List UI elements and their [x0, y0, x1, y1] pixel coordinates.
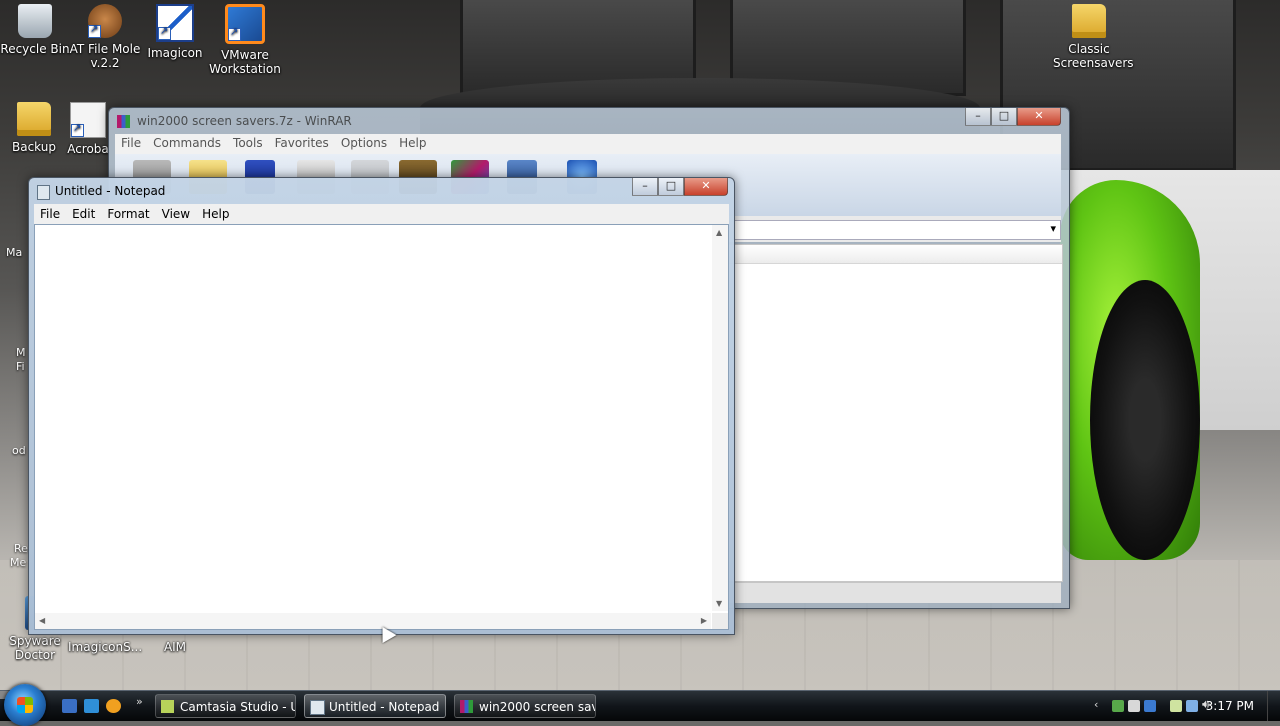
taskbar-item-notepad[interactable]: Untitled - Notepad	[304, 694, 446, 718]
winrar-menu-favorites[interactable]: Favorites	[269, 134, 335, 154]
taskbar-item-label: win2000 screen save...	[479, 700, 595, 714]
tray-app-icon[interactable]	[1112, 700, 1124, 712]
winrar-menu-commands[interactable]: Commands	[147, 134, 227, 154]
winrar-path-dropdown[interactable]	[733, 220, 1061, 240]
tray-expand-icon[interactable]: ‹	[1094, 698, 1106, 711]
folder-icon	[1072, 4, 1106, 38]
maximize-button[interactable]: □	[991, 108, 1017, 126]
mole-icon	[88, 4, 122, 38]
wallpaper-car-wheel	[1090, 280, 1200, 560]
tray-app-icon[interactable]	[1128, 700, 1140, 712]
desktop-icon-vmware[interactable]: VMware Workstation	[209, 4, 281, 76]
winrar-menubar: File Commands Tools Favorites Options He…	[115, 134, 1061, 154]
winrar-menu-file[interactable]: File	[115, 134, 147, 154]
desktop-icon-label: Classic Screensavers	[1053, 42, 1134, 70]
notepad-menu-file[interactable]: File	[34, 204, 66, 224]
notepad-edit-area: ▲ ▼ ◀ ▶	[34, 224, 729, 630]
notepad-window[interactable]: Untitled - Notepad – □ ✕ File Edit Forma…	[28, 177, 735, 635]
notepad-menu-help[interactable]: Help	[196, 204, 235, 224]
quicklaunch-chevron-icon[interactable]: »	[136, 695, 143, 708]
desktop-icon-label: AT File Mole v.2.2	[69, 42, 141, 70]
taskbar: » Camtasia Studio - U... Untitled - Note…	[0, 684, 1280, 726]
shortcut-arrow-icon	[228, 26, 241, 41]
winrar-menu-options[interactable]: Options	[335, 134, 393, 154]
desktop-icon-label: Spyware Doctor	[9, 634, 61, 662]
desktop-icon-label-fragment: Fi	[16, 360, 25, 373]
vmware-icon	[225, 4, 265, 44]
camtasia-icon	[161, 700, 174, 713]
desktop-icon-classic-screensavers[interactable]: Classic Screensavers	[1053, 4, 1134, 70]
tray-app-icon[interactable]	[1170, 700, 1182, 712]
desktop-icon-imagicons[interactable]: ImagiconS...	[68, 640, 143, 654]
system-tray: ‹ 🔊︎ 3:17 PM	[1080, 691, 1280, 721]
taskbar-item-label: Camtasia Studio - U...	[180, 700, 295, 714]
maximize-button[interactable]: □	[658, 178, 684, 196]
acrobat-icon	[70, 102, 106, 138]
winrar-caption-buttons: – □ ✕	[965, 108, 1061, 126]
notepad-menu-view[interactable]: View	[156, 204, 196, 224]
desktop-icon-label-fragment: Me	[10, 556, 27, 569]
desktop-icon-label-fragment: Ma	[6, 246, 23, 259]
minimize-button[interactable]: –	[965, 108, 991, 126]
show-desktop-button[interactable]	[1267, 691, 1280, 721]
winrar-icon	[460, 700, 473, 713]
scroll-right-icon[interactable]: ▶	[701, 616, 707, 625]
desktop-icon-label: ImagiconS...	[68, 640, 143, 654]
desktop-icon-label: AIM	[163, 640, 187, 654]
desktop-icon-recycle-bin[interactable]: Recycle Bin	[0, 4, 71, 56]
desktop-icon-at-file-mole[interactable]: AT File Mole v.2.2	[69, 4, 141, 70]
scroll-up-icon[interactable]: ▲	[716, 228, 722, 237]
horizontal-scrollbar[interactable]: ◀ ▶	[35, 613, 711, 629]
scroll-left-icon[interactable]: ◀	[39, 616, 45, 625]
desktop-icon-label-fragment: od	[12, 444, 26, 457]
minimize-button[interactable]: –	[632, 178, 658, 196]
taskbar-item-label: Untitled - Notepad	[329, 700, 440, 714]
scrollbar-corner	[712, 613, 728, 629]
switch-windows-icon[interactable]	[84, 699, 99, 713]
taskbar-item-camtasia[interactable]: Camtasia Studio - U...	[155, 694, 296, 718]
desktop-icon-label-fragment: M	[16, 346, 26, 359]
winrar-menu-tools[interactable]: Tools	[227, 134, 269, 154]
tray-app-icon[interactable]	[1144, 700, 1156, 712]
desktop-icon-imagicon[interactable]: Imagicon	[139, 4, 211, 60]
show-desktop-icon[interactable]	[62, 699, 77, 713]
close-button[interactable]: ✕	[1017, 108, 1061, 126]
notepad-icon	[310, 700, 325, 715]
network-icon[interactable]	[1186, 700, 1198, 712]
desktop-icon-label: Imagicon	[147, 46, 203, 60]
media-player-icon[interactable]	[106, 699, 121, 713]
notepad-menu-format[interactable]: Format	[101, 204, 155, 224]
close-button[interactable]: ✕	[684, 178, 728, 196]
winrar-title: win2000 screen savers.7z - WinRAR	[137, 114, 352, 128]
desktop-icon-label-fragment: Re	[14, 542, 28, 555]
notepad-title: Untitled - Notepad	[55, 184, 166, 198]
clock[interactable]: 3:17 PM	[1206, 699, 1254, 713]
winrar-menu-help[interactable]: Help	[393, 134, 432, 154]
shortcut-arrow-icon	[158, 25, 171, 40]
imagicon-icon	[156, 4, 194, 42]
shortcut-arrow-icon	[88, 23, 101, 38]
notepad-menu-edit[interactable]: Edit	[66, 204, 101, 224]
taskbar-item-winrar[interactable]: win2000 screen save...	[454, 694, 596, 718]
vertical-scrollbar[interactable]: ▲ ▼	[712, 225, 728, 611]
winrar-app-icon	[117, 115, 130, 128]
desktop-icon-label: VMware Workstation	[209, 48, 281, 76]
scroll-down-icon[interactable]: ▼	[716, 599, 722, 608]
notepad-text-input[interactable]	[35, 225, 711, 611]
desktop-icon-label: Recycle Bin	[0, 42, 70, 56]
folder-icon	[17, 102, 51, 136]
notepad-app-icon	[37, 185, 50, 200]
desktop-icon-aim[interactable]: AIM	[139, 640, 211, 654]
notepad-caption-buttons: – □ ✕	[632, 178, 728, 196]
recycle-bin-icon	[18, 4, 52, 38]
shortcut-arrow-icon	[71, 122, 84, 137]
notepad-menubar: File Edit Format View Help	[34, 204, 729, 224]
